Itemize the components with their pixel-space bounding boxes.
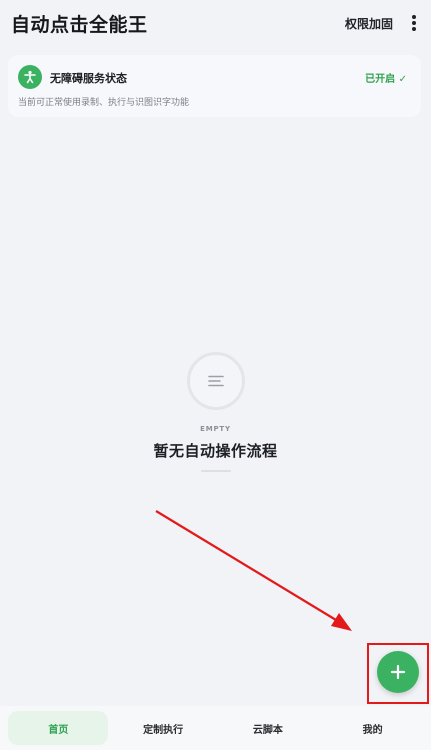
accessibility-service-card[interactable]: 无障碍服务状态 已开启 ✓ 当前可正常使用录制、执行与识图识字功能	[8, 55, 421, 117]
app-title: 自动点击全能王	[11, 14, 148, 36]
add-flow-button[interactable]	[377, 651, 419, 693]
service-title: 无障碍服务状态	[50, 72, 127, 85]
app-header: 自动点击全能王 权限加固	[0, 0, 431, 48]
service-description: 当前可正常使用录制、执行与识图识字功能	[18, 98, 190, 108]
empty-state: EMPTY 暂无自动操作流程	[0, 352, 431, 472]
permission-reinforce-button[interactable]: 权限加固	[345, 15, 393, 32]
empty-list-icon	[186, 352, 245, 410]
nav-item-cloud-scripts[interactable]: 云脚本	[218, 711, 318, 745]
service-status-badge: 已开启 ✓	[365, 74, 407, 85]
nav-item-home[interactable]: 首页	[8, 711, 109, 745]
empty-title: 暂无自动操作流程	[153, 442, 278, 460]
nav-item-mine[interactable]: 我的	[323, 711, 423, 745]
empty-divider	[200, 470, 231, 472]
bottom-navigation: 首页 定制执行 云脚本 我的	[0, 706, 431, 750]
accessibility-icon	[18, 65, 42, 89]
nav-item-custom-execution[interactable]: 定制执行	[113, 711, 213, 745]
more-vertical-icon[interactable]	[407, 13, 421, 33]
empty-label: EMPTY	[200, 425, 231, 433]
plus-icon	[390, 664, 406, 680]
